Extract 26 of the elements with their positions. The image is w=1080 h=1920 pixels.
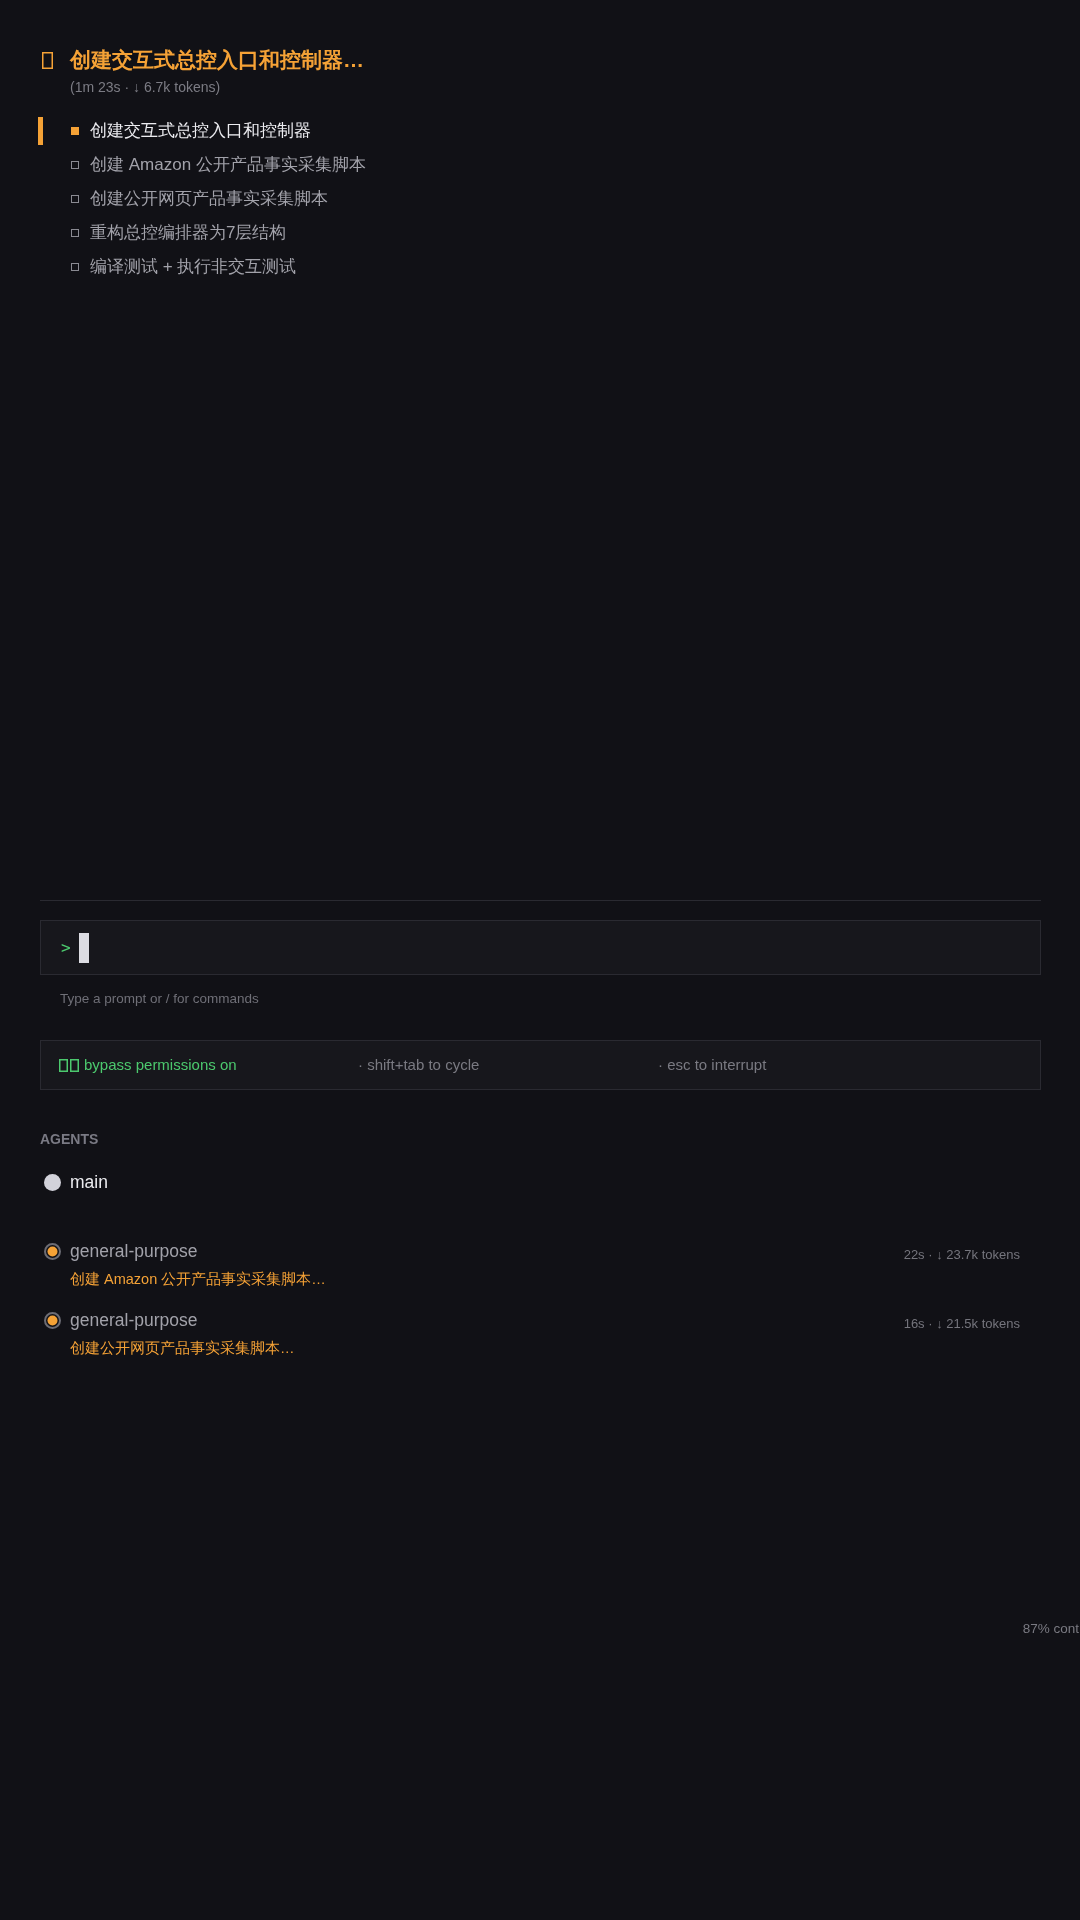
prompt-symbol: > [61, 937, 71, 958]
text-cursor-icon [78, 932, 89, 963]
todo-text: 创建 Amazon 公开产品事实采集脚本 [90, 154, 366, 176]
shortcut-hint: · shift+tab to cycle [358, 1055, 480, 1075]
context-usage: 87% cont [1022, 1620, 1079, 1638]
box-outline-icon [70, 1058, 79, 1072]
todo-text: 创建公开网页产品事实采集脚本 [90, 188, 328, 210]
todo-text: 重构总控编排器为7层结构 [90, 222, 287, 244]
agent-name[interactable]: main [70, 1170, 108, 1194]
agent-task: 创建 Amazon 公开产品事实采集脚本… [70, 1270, 326, 1289]
mode-label: bypass permissions on [84, 1055, 237, 1075]
task-stats: (1m 23s · ↓ 6.7k tokens) [70, 78, 221, 97]
box-outline-icon [42, 51, 53, 69]
agent-stats: 16s · ↓ 21.5k tokens [903, 1315, 1020, 1333]
prompt-hint: Type a prompt or / for commands [59, 990, 259, 1008]
agent-name[interactable]: general-purpose [70, 1308, 198, 1332]
box-outline-icon [59, 1058, 68, 1072]
agent-stats: 22s · ↓ 23.7k tokens [903, 1246, 1020, 1264]
todo-text: 创建交互式总控入口和控制器 [90, 120, 311, 142]
todo-text: 编译测试 + 执行非交互测试 [90, 256, 297, 278]
agent-task: 创建公开网页产品事实采集脚本… [70, 1339, 295, 1358]
agent-name[interactable]: general-purpose [70, 1239, 198, 1263]
prompt-input-field[interactable]: > [40, 920, 1041, 975]
shortcut-hint: · esc to interrupt [658, 1055, 767, 1075]
agents-heading: AGENTS [40, 1130, 99, 1148]
task-title: 创建交互式总控入口和控制器… [70, 47, 364, 73]
